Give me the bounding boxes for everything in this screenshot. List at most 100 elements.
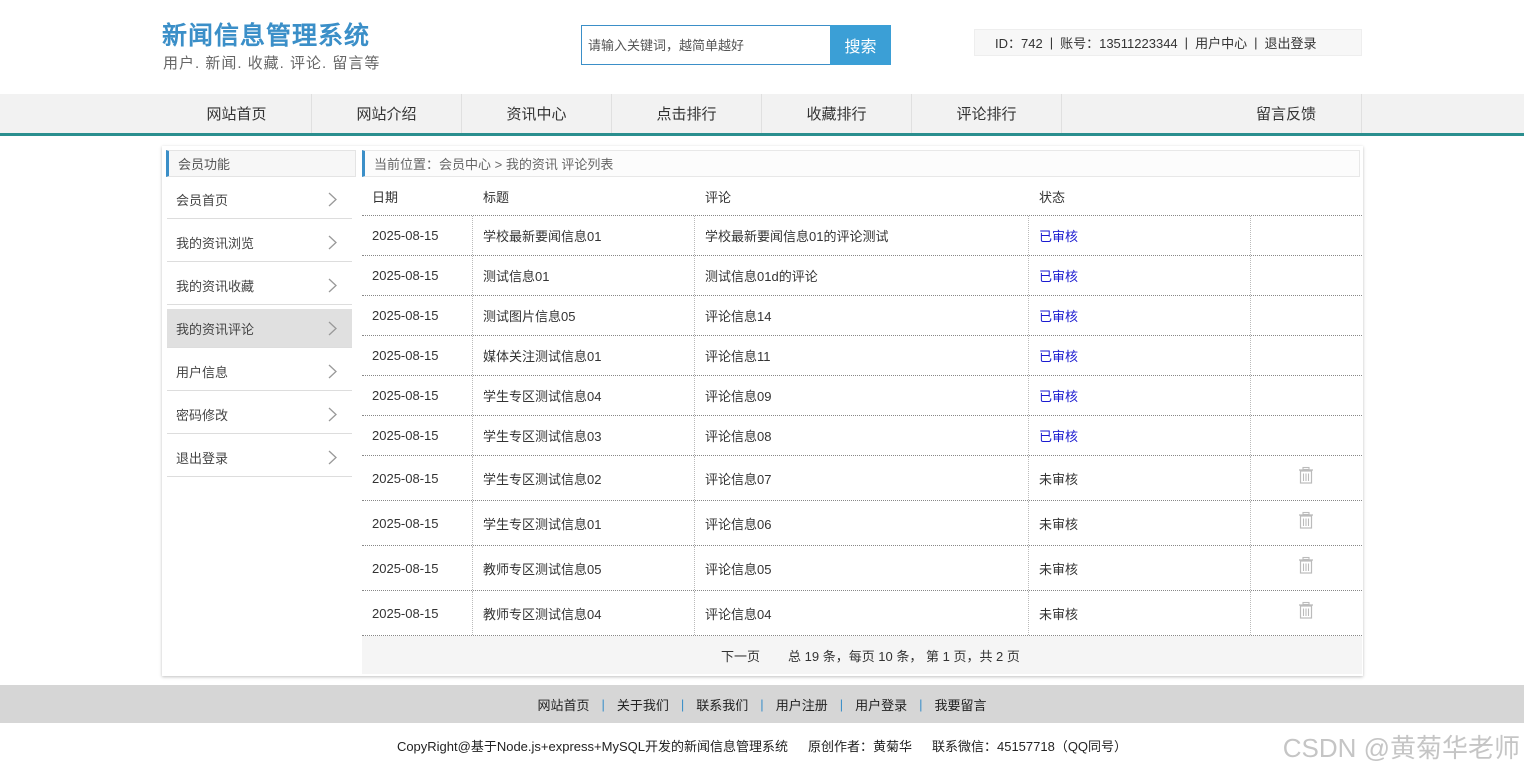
breadcrumb: 当前位置：会员中心 > 我的资讯 评论列表 (362, 150, 1360, 177)
chevron-right-icon (328, 450, 337, 465)
trash-icon[interactable] (1297, 601, 1315, 619)
row-comment: 学校最新要闻信息01的评论测试 (705, 229, 889, 244)
nav-item-home[interactable]: 网站首页 (162, 94, 312, 133)
logout-link[interactable]: 退出登录 (1264, 33, 1316, 52)
footer-link-register[interactable]: 用户注册 (776, 695, 828, 714)
site-subtitle: 用户. 新闻. 收藏. 评论. 留言等 (163, 55, 381, 72)
search-button[interactable]: 搜索 (830, 25, 891, 65)
column-divider (694, 501, 695, 545)
sidebar-item-label: 退出登录 (176, 450, 229, 466)
column-divider (1250, 591, 1251, 635)
row-title: 测试信息01 (483, 269, 550, 284)
chevron-right-icon (328, 278, 337, 293)
row-status: 已审核 (1039, 429, 1079, 444)
row-comment: 测试信息01d的评论 (705, 269, 818, 284)
column-divider (472, 336, 473, 375)
row-status: 未审核 (1039, 606, 1079, 622)
row-status: 未审核 (1039, 561, 1079, 577)
row-action (1297, 543, 1315, 587)
next-page-link[interactable]: 下一页 (721, 646, 760, 665)
column-divider (1250, 546, 1251, 590)
column-divider (1028, 336, 1029, 375)
nav-item-comment-ranking[interactable]: 评论排行 (912, 94, 1062, 133)
footer-link-about[interactable]: 关于我们 (617, 695, 669, 714)
trash-icon[interactable] (1297, 556, 1315, 574)
table-row: 2025-08-15 学生专区测试信息03 评论信息08 已审核 (362, 416, 1362, 456)
pagination: 下一页 总 19 条，每页 10 条， 第 1 页，共 2 页 (362, 636, 1362, 674)
row-status: 已审核 (1039, 389, 1079, 404)
column-divider (1028, 591, 1029, 635)
header: 新闻信息管理系统 用户. 新闻. 收藏. 评论. 留言等 搜索 ID：742 |… (0, 0, 1524, 94)
column-divider (472, 296, 473, 335)
table-row: 2025-08-15 测试信息01 测试信息01d的评论 已审核 (362, 256, 1362, 296)
sidebar-item-label: 密码修改 (176, 407, 229, 423)
row-action (1297, 453, 1315, 497)
row-comment: 评论信息07 (705, 471, 772, 487)
pagination-summary: 总 19 条，每页 10 条， 第 1 页，共 2 页 (788, 648, 1020, 664)
sidebar-item-label: 我的资讯收藏 (176, 278, 255, 294)
nav-item-favorite-ranking[interactable]: 收藏排行 (762, 94, 912, 133)
search-box (581, 25, 831, 65)
footer-link-message[interactable]: 我要留言 (935, 695, 987, 714)
column-divider (1250, 456, 1251, 500)
search-input[interactable] (582, 26, 831, 64)
column-divider (694, 546, 695, 590)
site-title[interactable]: 新闻信息管理系统 (162, 16, 370, 52)
nav-item-feedback[interactable]: 留言反馈 (1062, 94, 1362, 133)
sidebar-item-user-info[interactable]: 用户信息 (167, 352, 352, 391)
table-row: 2025-08-15 学校最新要闻信息01 学校最新要闻信息01的评论测试 已审核 (362, 216, 1362, 256)
row-status: 已审核 (1039, 309, 1079, 324)
row-title: 测试图片信息05 (483, 309, 576, 324)
nav-item-news-center[interactable]: 资讯中心 (462, 94, 612, 133)
column-divider (1028, 546, 1029, 590)
row-comment: 评论信息05 (705, 561, 772, 577)
row-date: 2025-08-15 (372, 308, 439, 323)
trash-icon[interactable] (1297, 466, 1315, 484)
row-status: 已审核 (1039, 269, 1079, 284)
chevron-right-icon (328, 407, 337, 422)
footer-link-contact[interactable]: 联系我们 (696, 695, 748, 714)
sidebar-item-member-home[interactable]: 会员首页 (167, 180, 352, 219)
user-center-link[interactable]: 用户中心 (1195, 33, 1247, 52)
row-title: 学生专区测试信息02 (483, 471, 602, 487)
contact-text: 联系微信：45157718（QQ同号） (931, 738, 1128, 754)
row-status: 已审核 (1039, 229, 1079, 244)
nav-item-about[interactable]: 网站介绍 (312, 94, 462, 133)
sidebar-item-comments[interactable]: 我的资讯评论 (167, 309, 352, 348)
row-title: 学生专区测试信息01 (483, 516, 602, 532)
row-title: 教师专区测试信息04 (483, 606, 602, 622)
trash-icon[interactable] (1297, 511, 1315, 529)
footer-link-home[interactable]: 网站首页 (537, 695, 589, 714)
column-divider (1028, 416, 1029, 455)
column-divider (1250, 501, 1251, 545)
sidebar-item-label: 用户信息 (176, 364, 229, 380)
sidebar-item-browse[interactable]: 我的资讯浏览 (167, 223, 352, 262)
column-header-comment: 评论 (705, 190, 732, 205)
row-title: 学生专区测试信息03 (483, 429, 602, 444)
footer-separator: | (680, 696, 685, 712)
sidebar-item-logout[interactable]: 退出登录 (167, 438, 352, 477)
column-divider (1028, 501, 1029, 545)
footer-separator: | (760, 696, 764, 712)
copyright-text: CopyRight@基于Node.js+express+MySQL开发的新闻信息… (396, 738, 788, 754)
column-divider (1250, 296, 1251, 335)
sidebar-item-label: 我的资讯评论 (176, 321, 255, 337)
nav-item-click-ranking[interactable]: 点击排行 (612, 94, 762, 133)
sidebar-item-password[interactable]: 密码修改 (167, 395, 352, 434)
column-divider (1028, 216, 1029, 255)
footer-link-login[interactable]: 用户登录 (855, 695, 907, 714)
sidebar-title: 会员功能 (166, 150, 356, 177)
row-date: 2025-08-15 (372, 348, 439, 363)
sidebar-item-favorites[interactable]: 我的资讯收藏 (167, 266, 352, 305)
row-action (1297, 498, 1315, 542)
column-divider (472, 591, 473, 635)
row-comment: 评论信息06 (705, 516, 772, 532)
user-id: ID：742 (995, 36, 1043, 51)
row-comment: 评论信息09 (705, 389, 772, 404)
chevron-right-icon (328, 235, 337, 250)
user-bar: ID：742 | 账号：13511223344 | 用户中心 | 退出登录 (974, 29, 1362, 56)
row-date: 2025-08-15 (372, 605, 439, 621)
column-divider (694, 296, 695, 335)
row-date: 2025-08-15 (372, 560, 439, 576)
chevron-right-icon (328, 364, 337, 379)
